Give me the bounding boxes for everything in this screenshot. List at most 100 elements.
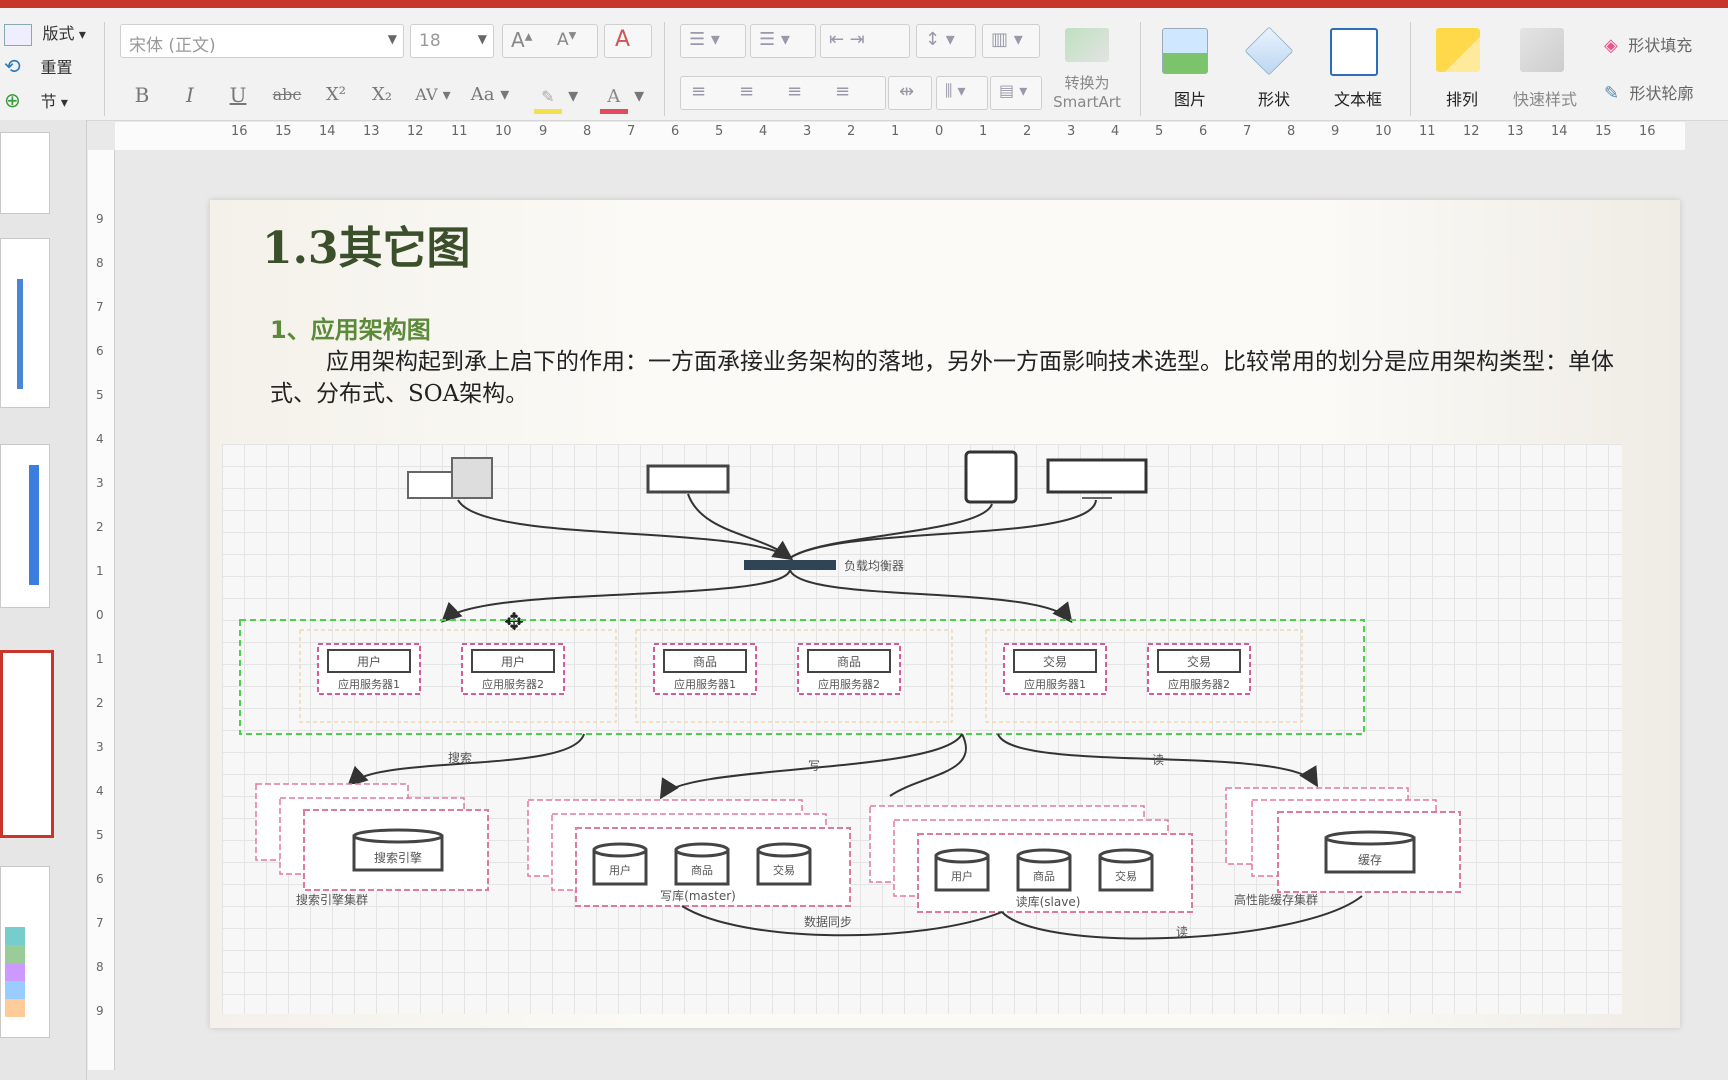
- align-buttons[interactable]: ≡ ≡ ≡ ≡: [680, 76, 886, 110]
- app-server-top-label: 用户: [357, 654, 381, 669]
- thumb-blocks: [5, 927, 25, 1017]
- ruler-tick-label: 2: [96, 520, 104, 534]
- ruler-tick-label: 3: [96, 476, 104, 490]
- convert-smartart-button[interactable]: 转换为 SmartArt: [1046, 28, 1128, 118]
- slide-title[interactable]: 1.3其它图: [262, 212, 471, 276]
- database-label: 商品: [1033, 869, 1055, 883]
- ruler-tick-label: 6: [671, 124, 680, 139]
- ruler-tick-label: 6: [1199, 124, 1208, 139]
- app-server-node[interactable]: 交易应用服务器1: [1003, 643, 1107, 695]
- ruler-tick-label: 15: [1595, 124, 1612, 139]
- ruler-tick-label: 1: [96, 652, 104, 666]
- ruler-tick-label: 15: [275, 124, 292, 139]
- ruler-tick-label: 4: [759, 124, 768, 139]
- edge-label-read-2: 读: [1176, 925, 1188, 939]
- italic-button[interactable]: I: [168, 78, 212, 112]
- section-subtitle[interactable]: 1、应用架构图: [270, 310, 431, 345]
- ruler-tick-label: 6: [96, 872, 104, 886]
- app-server-node[interactable]: 用户应用服务器2: [461, 643, 565, 695]
- slide-thumbnail[interactable]: [0, 444, 50, 608]
- change-case-button[interactable]: Aa ▾: [462, 78, 518, 112]
- text-direction-button[interactable]: ⫼ ▾: [936, 76, 988, 110]
- font-name-select[interactable]: 宋体 (正文) ▼: [120, 24, 404, 58]
- ruler-tick-label: 1: [891, 124, 900, 139]
- slide-canvas[interactable]: 1.3其它图 1、应用架构图 应用架构起到承上启下的作用：一方面承接业务架构的落…: [210, 200, 1680, 1028]
- font-size-grow-shrink[interactable]: A▲ A▼: [502, 24, 598, 58]
- align-text-button[interactable]: ▤ ▾: [990, 76, 1042, 110]
- ruler-tick-label: 7: [1243, 124, 1252, 139]
- separator: [104, 22, 105, 116]
- app-server-bottom-label: 应用服务器1: [338, 677, 400, 691]
- textbox-icon: [1330, 28, 1378, 76]
- database-icon: 商品: [674, 842, 730, 886]
- strikethrough-button[interactable]: abc: [262, 78, 312, 112]
- separator: [1140, 22, 1141, 116]
- ruler-tick-label: 12: [1463, 124, 1480, 139]
- pen-icon: ✎: [1604, 83, 1620, 104]
- app-server-node[interactable]: 商品应用服务器1: [653, 643, 757, 695]
- shape-fill-button[interactable]: ◈ 形状填充: [1604, 32, 1692, 56]
- body-paragraph[interactable]: 应用架构起到承上启下的作用：一方面承接业务架构的落地，另外一方面影响技术选型。比…: [270, 346, 1640, 410]
- slide-thumbnail[interactable]: [0, 238, 50, 408]
- ruler-tick-label: 4: [96, 784, 104, 798]
- ruler-tick-label: 5: [96, 388, 104, 402]
- database-label: 用户: [951, 869, 973, 883]
- underline-button[interactable]: U: [216, 78, 260, 112]
- app-server-bottom-label: 应用服务器2: [482, 677, 544, 691]
- chevron-down-icon: ▼: [477, 32, 487, 46]
- ruler-tick-label: 5: [96, 828, 104, 842]
- bold-button[interactable]: B: [120, 78, 164, 112]
- numbering-button[interactable]: ☰ ▾: [750, 24, 816, 58]
- ruler-tick-label: 14: [1551, 124, 1568, 139]
- align-center-icon[interactable]: ≡: [739, 81, 754, 102]
- superscript-button[interactable]: X²: [314, 78, 358, 112]
- slide-thumbnail[interactable]: [0, 866, 50, 1038]
- justify-icon[interactable]: ≡: [835, 81, 850, 102]
- distribute-button[interactable]: ⇹: [888, 76, 932, 110]
- highlight-color-button[interactable]: ✎ ▾: [526, 78, 586, 114]
- clear-format-button[interactable]: A: [604, 24, 652, 58]
- app-server-top-label: 用户: [501, 654, 525, 669]
- ruler-tick-label: 16: [1639, 124, 1656, 139]
- app-server-node[interactable]: 交易应用服务器2: [1147, 643, 1251, 695]
- subscript-button[interactable]: X₂: [360, 78, 404, 112]
- ruler-tick-label: 9: [96, 1004, 104, 1018]
- align-right-icon[interactable]: ≡: [787, 81, 802, 102]
- ruler-tick-label: 8: [96, 256, 104, 270]
- quick-style-icon: [1520, 28, 1564, 72]
- bullets-button[interactable]: ☰ ▾: [680, 24, 746, 58]
- slide-thumbnail[interactable]: [0, 132, 50, 214]
- database-icon: 交易: [1098, 848, 1154, 892]
- section-button[interactable]: ⊕ 节 ▾: [4, 88, 68, 112]
- font-color-button[interactable]: A ▾: [592, 78, 652, 114]
- architecture-diagram: 负载均衡器 ✥ 用户应用服务器1用户应用服务器2商品应用服务器1商品应用服务器2…: [239, 450, 1461, 940]
- ruler-tick-label: 3: [1067, 124, 1076, 139]
- shrink-font-icon[interactable]: A▼: [557, 30, 576, 50]
- shape-outline-button[interactable]: ✎ 形状轮廓: [1604, 80, 1694, 104]
- grow-font-icon[interactable]: A▲: [511, 28, 532, 52]
- database-label: 交易: [1115, 869, 1137, 883]
- smartart-icon: [1065, 28, 1109, 62]
- character-spacing-button[interactable]: AV ▾: [408, 78, 458, 112]
- architecture-diagram-image[interactable]: 负载均衡器 ✥ 用户 应用服务器1 用户 应用服务器2 商品 应用服务器1 商品 应用服务器2…: [222, 444, 1622, 1014]
- columns-button[interactable]: ▥ ▾: [982, 24, 1040, 58]
- app-server-node[interactable]: 商品应用服务器2: [797, 643, 901, 695]
- font-size-select[interactable]: 18 ▼: [410, 24, 494, 58]
- thumb-bar: [17, 279, 23, 389]
- slide-thumbnail-current[interactable]: [0, 650, 54, 838]
- ruler-tick-label: 9: [539, 124, 548, 139]
- ruler-tick-label: 11: [1419, 124, 1436, 139]
- line-spacing-button[interactable]: ↕ ▾: [916, 24, 976, 58]
- indent-buttons[interactable]: ⇤ ⇥: [820, 24, 910, 58]
- app-server-top-label: 交易: [1187, 654, 1211, 669]
- database-label: 用户: [609, 863, 631, 877]
- layout-button[interactable]: 版式 ▾: [4, 20, 86, 46]
- columns-icon: ▥ ▾: [991, 29, 1023, 50]
- align-left-icon[interactable]: ≡: [691, 81, 706, 102]
- laptop-client-icon: [646, 464, 730, 494]
- ruler-tick-label: 3: [96, 740, 104, 754]
- reset-button[interactable]: ⟲ 重置: [4, 54, 72, 78]
- data-sync-label: 数据同步: [804, 914, 852, 929]
- app-server-node[interactable]: 用户应用服务器1: [317, 643, 421, 695]
- database-icon: 用户: [934, 848, 990, 892]
